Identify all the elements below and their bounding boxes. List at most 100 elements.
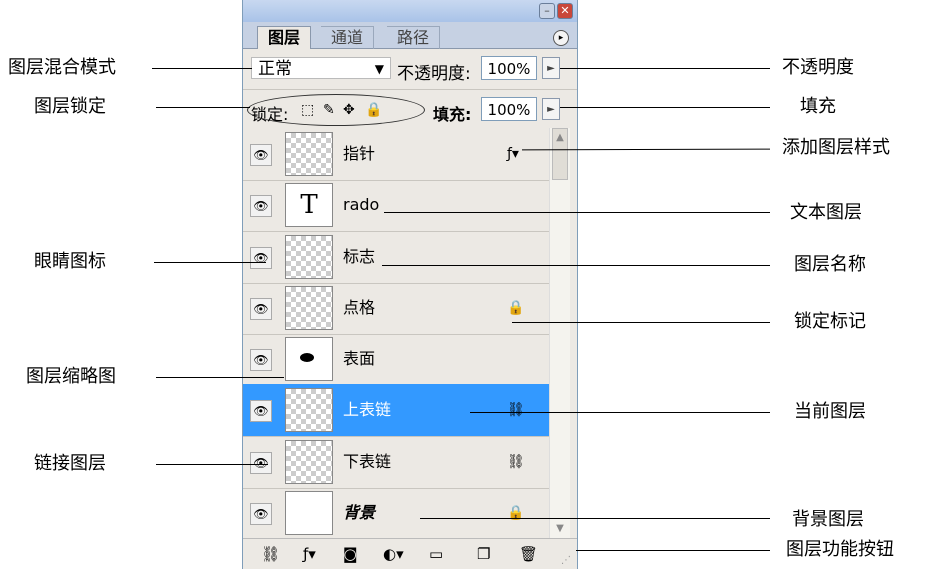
callout-function-buttons: 图层功能按钮 (786, 539, 894, 560)
layer-thumbnail[interactable]: T (285, 183, 333, 228)
panel-menu-button[interactable]: ▸ (553, 30, 569, 46)
layer-thumbnail[interactable] (285, 439, 333, 484)
layer-row[interactable]: 👁 表面 (243, 333, 549, 386)
delete-layer-button[interactable]: 🗑 (519, 545, 538, 563)
tab-paths[interactable]: 路径 (387, 26, 441, 49)
layer-thumbnail[interactable] (285, 388, 333, 433)
tab-layers[interactable]: 图层 (257, 26, 312, 49)
opacity-label: 不透明度: (397, 64, 471, 84)
new-layer-button[interactable]: ❐ (477, 545, 490, 563)
callout-line (420, 518, 770, 519)
layer-row[interactable]: 👁 上表链 ⛓ (243, 384, 549, 438)
layer-name[interactable]: 标志 (343, 247, 375, 267)
scroll-down-arrow-icon[interactable]: ▼ (550, 523, 570, 534)
callout-line (156, 107, 250, 108)
blend-mode-select[interactable]: 正常 ▼ (251, 57, 391, 79)
layer-thumbnail[interactable] (285, 337, 333, 381)
text-layer-glyph: T (300, 190, 318, 221)
blend-opacity-row: 正常 ▼ 不透明度: 100% ► (243, 49, 577, 87)
callout-layer-name: 图层名称 (794, 254, 866, 275)
new-group-button[interactable]: ▭ (429, 545, 443, 563)
panel-titlebar[interactable]: – ✕ (243, 0, 577, 22)
callout-background-layer: 背景图层 (792, 509, 864, 530)
layer-row[interactable]: 👁 标志 (243, 231, 549, 284)
callout-line (156, 464, 268, 465)
callout-line (560, 68, 770, 69)
callout-line (576, 550, 770, 551)
lock-all-icon[interactable]: 🔒 (365, 102, 382, 118)
callout-line (152, 68, 252, 69)
callout-thumbnail: 图层缩略图 (26, 366, 116, 387)
lock-position-icon[interactable]: ✥ (343, 102, 355, 118)
layer-thumbnail[interactable] (285, 285, 333, 330)
callout-line (560, 107, 770, 108)
callout-layer-style: 添加图层样式 (782, 137, 890, 158)
layer-thumbnail[interactable] (285, 234, 333, 279)
callout-current-layer: 当前图层 (794, 401, 866, 422)
chevron-down-icon: ▼ (374, 62, 384, 76)
layer-name[interactable]: 上表链 (343, 400, 391, 420)
close-button[interactable]: ✕ (557, 3, 573, 19)
layer-list: 👁 指针 ƒ▾ 👁 Trado 👁 标志 👁 点格 🔒 👁 表面 👁 上表链 ⛓ 👁 下表链 ⛓ 👁 背景 🔒 (243, 128, 557, 540)
layer-name[interactable]: 指针 (343, 144, 375, 164)
panel-tabs: 图层 通道 路径 ▸ (243, 22, 577, 49)
layer-row[interactable]: 👁 下表链 ⛓ (243, 436, 549, 489)
layer-name[interactable]: 下表链 (343, 452, 391, 472)
callout-line (154, 262, 266, 263)
layer-name[interactable]: 背景 (343, 503, 375, 523)
layer-row[interactable]: 👁 Trado (243, 179, 549, 233)
eye-icon[interactable]: 👁 (250, 349, 272, 371)
blend-mode-value: 正常 (258, 59, 292, 79)
minimize-button[interactable]: – (539, 3, 555, 19)
callout-lock-mark: 锁定标记 (794, 311, 866, 332)
layer-row[interactable]: 👁 背景 🔒 (243, 487, 549, 540)
callout-eye-icon: 眼睛图标 (34, 251, 106, 272)
callout-line (156, 377, 284, 378)
opacity-slider-button[interactable]: ► (542, 57, 560, 79)
callout-line (521, 148, 771, 151)
callout-blend-mode: 图层混合模式 (8, 57, 116, 78)
layers-panel: – ✕ 图层 通道 路径 ▸ 正常 ▼ 不透明度: 100% ► 锁定: ⬚ ✎… (242, 0, 578, 569)
layer-row[interactable]: 👁 指针 ƒ▾ (243, 128, 549, 181)
fill-slider-button[interactable]: ► (542, 98, 560, 120)
callout-layer-lock: 图层锁定 (34, 96, 106, 117)
callout-linked-layer: 链接图层 (34, 453, 106, 474)
opacity-input[interactable]: 100% (481, 56, 537, 80)
link-icon: ⛓ (507, 453, 525, 470)
layer-function-buttons: ⛓ ƒ▾ ◙ ◐▾ ▭ ❐ 🗑 ⋰ (243, 538, 577, 569)
fill-label: 填充: (433, 105, 472, 124)
eye-icon[interactable]: 👁 (250, 451, 272, 474)
link-icon: ⛓ (507, 402, 525, 419)
callout-line (470, 412, 770, 413)
add-mask-button[interactable]: ◙ (343, 545, 358, 563)
new-adjustment-layer-button[interactable]: ◐▾ (383, 545, 404, 563)
scroll-up-arrow-icon[interactable]: ▲ (550, 132, 570, 143)
callout-line (512, 322, 770, 323)
layer-list-scrollbar[interactable]: ▲ ▼ (549, 128, 570, 538)
layer-thumbnail[interactable] (285, 132, 333, 176)
eye-icon[interactable]: 👁 (250, 400, 272, 423)
lock-pixels-icon[interactable]: ✎ (323, 102, 335, 118)
callout-fill: 填充 (800, 96, 836, 117)
add-layer-style-button[interactable]: ƒ▾ (303, 545, 316, 563)
lock-label: 锁定: (251, 105, 289, 124)
layer-name[interactable]: 表面 (343, 349, 375, 369)
lock-icon: 🔒 (507, 504, 525, 521)
callout-line (384, 212, 770, 213)
layer-thumbnail[interactable] (285, 490, 333, 535)
lock-transparency-icon[interactable]: ⬚ (301, 102, 314, 118)
eye-icon[interactable]: 👁 (250, 502, 272, 525)
tab-channels[interactable]: 通道 (321, 26, 375, 49)
fill-input[interactable]: 100% (481, 97, 537, 121)
layer-name[interactable]: 点格 (343, 298, 375, 318)
resize-grip-icon[interactable]: ⋰ (561, 555, 571, 566)
lock-fill-row: 锁定: ⬚ ✎ ✥ 🔒 填充: 100% ► (243, 89, 577, 128)
link-layers-button[interactable]: ⛓ (261, 545, 280, 563)
layer-name[interactable]: rado (343, 195, 379, 215)
fx-icon: ƒ▾ (507, 146, 519, 162)
eye-icon[interactable]: 👁 (250, 144, 272, 166)
eye-icon[interactable]: 👁 (250, 297, 272, 320)
eye-icon[interactable]: 👁 (250, 246, 272, 269)
eye-icon[interactable]: 👁 (250, 195, 272, 218)
layer-row[interactable]: 👁 点格 🔒 (243, 282, 549, 335)
